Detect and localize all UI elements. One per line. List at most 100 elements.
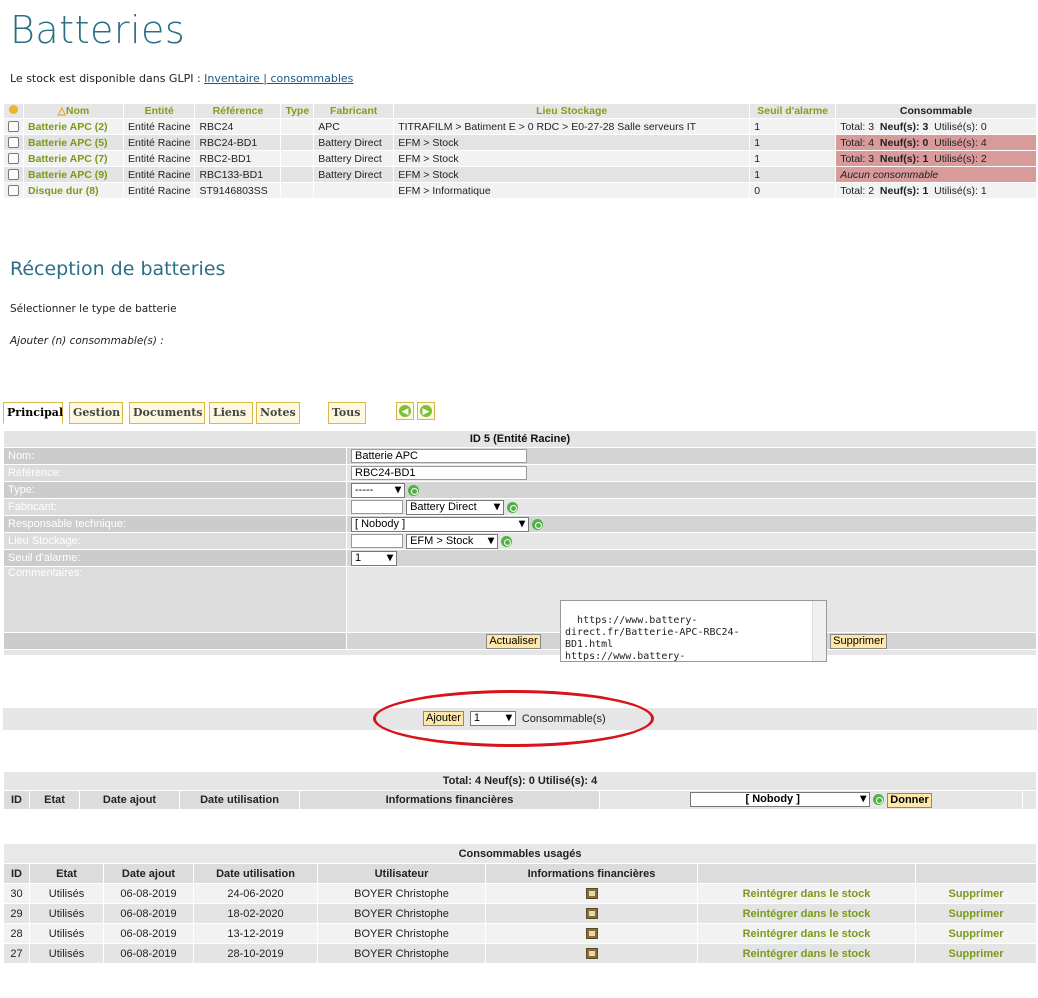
tab-principal[interactable]: Principal	[3, 402, 63, 424]
add-lieu-icon[interactable]	[501, 535, 513, 547]
nom-label: Nom:	[3, 447, 347, 465]
financial-info-add-icon[interactable]	[585, 908, 598, 920]
cell-fabricant: Battery Direct	[313, 134, 395, 151]
consumables-table: Total: 4 Neuf(s): 0 Utilisé(s): 4 ID Eta…	[3, 771, 1037, 810]
type-select[interactable]: -----	[351, 482, 405, 498]
cell-date-ajout: 06-08-2019	[103, 943, 194, 964]
cell-lieu: EFM > Stock	[393, 134, 751, 151]
select-type-text: Sélectionner le type de batterie	[10, 303, 177, 315]
form-header: ID 5 (Entité Racine)	[3, 430, 1037, 448]
tab-liens[interactable]: Liens	[209, 402, 253, 424]
prev-arrow-icon[interactable]: ◀	[396, 402, 414, 420]
cell-date-utilisation: 28-10-2019	[193, 943, 318, 964]
cell-date-ajout: 06-08-2019	[103, 923, 194, 944]
intro-text: Le stock est disponible dans GLPI : Inve…	[10, 72, 353, 85]
item-name-link[interactable]: Batterie APC (9)	[23, 166, 124, 183]
financial-info-icon[interactable]	[585, 948, 598, 960]
col-type[interactable]: Type	[280, 103, 315, 119]
cell-date-utilisation: 13-12-2019	[193, 923, 318, 944]
give-button[interactable]: Donner	[887, 792, 932, 808]
add-type-icon[interactable]	[408, 484, 419, 496]
delete-button[interactable]: Supprimer	[830, 633, 887, 649]
reference-label: Référence:	[3, 464, 347, 482]
row-checkbox[interactable]	[8, 121, 19, 133]
col-seuil[interactable]: Seuil d'alarme	[749, 103, 837, 119]
cell-utilisateur: BOYER Christophe	[317, 883, 486, 904]
delete-link[interactable]: Supprimer	[915, 943, 1037, 964]
cell-fabricant: APC	[313, 118, 395, 135]
col-etat: Etat	[29, 790, 80, 810]
cell-reference: ST9146803SS	[194, 182, 282, 199]
lieu-filter[interactable]	[351, 534, 403, 548]
col-reference[interactable]: Référence	[194, 103, 282, 119]
cell-consommable: Total: 2 Neuf(s): 1 Utilisé(s): 1	[835, 182, 1037, 199]
add-user-icon[interactable]	[873, 794, 885, 806]
add-fabricant-icon[interactable]	[507, 501, 519, 513]
used-consumables-table: Consommables usagés ID Etat Date ajout D…	[3, 843, 1037, 964]
col-date-utilisation: Date utilisation	[179, 790, 300, 810]
col-entite[interactable]: Entité	[122, 103, 196, 119]
col-nom[interactable]: △Nom	[23, 103, 124, 119]
tab-documents[interactable]: Documents	[129, 402, 205, 424]
reintegrate-link[interactable]: Reintégrer dans le stock	[697, 883, 916, 904]
lieu-select[interactable]: EFM > Stock	[406, 533, 499, 549]
cell-etat: Utilisés	[29, 883, 104, 904]
col-info-fin: Informations financières	[299, 790, 600, 810]
tab-tous[interactable]: Tous	[328, 402, 366, 424]
responsable-label: Responsable technique:	[3, 515, 347, 533]
reintegrate-link[interactable]: Reintégrer dans le stock	[697, 923, 916, 944]
sort-icon[interactable]	[3, 103, 24, 119]
reintegrate-link[interactable]: Reintégrer dans le stock	[697, 943, 916, 964]
cell-seuil: 1	[749, 118, 837, 135]
cell-fabricant	[313, 182, 395, 199]
nom-field[interactable]: Batterie APC	[351, 449, 527, 463]
fabricant-filter[interactable]	[351, 500, 403, 514]
seuil-select[interactable]: 1	[351, 550, 397, 566]
cell-consommable: Total: 4 Neuf(s): 0 Utilisé(s): 4	[835, 134, 1037, 151]
item-name-link[interactable]: Disque dur (8)	[23, 182, 124, 199]
row-checkbox[interactable]	[8, 185, 19, 197]
cell-seuil: 1	[749, 134, 837, 151]
col-fabricant[interactable]: Fabricant	[313, 103, 395, 119]
row-checkbox[interactable]	[8, 169, 19, 181]
row-checkbox[interactable]	[8, 137, 19, 149]
financial-info-icon[interactable]	[585, 888, 598, 900]
financial-info-add-icon[interactable]	[585, 928, 598, 940]
cell-utilisateur: BOYER Christophe	[317, 923, 486, 944]
cell-reference: RBC2-BD1	[194, 150, 282, 167]
cell-consommable: Total: 3 Neuf(s): 1 Utilisé(s): 2	[835, 150, 1037, 167]
commentaires-label: Commentaires:	[3, 566, 347, 633]
fabricant-select[interactable]: Battery Direct	[406, 499, 505, 515]
cell-utilisateur: BOYER Christophe	[317, 903, 486, 924]
col-lieu[interactable]: Lieu Stockage	[393, 103, 751, 119]
reference-field[interactable]: RBC24-BD1	[351, 466, 527, 480]
tab-notes[interactable]: Notes	[256, 402, 300, 424]
item-name-link[interactable]: Batterie APC (5)	[23, 134, 124, 151]
table-row: 27 Utilisés 06-08-2019 28-10-2019 BOYER …	[3, 943, 1037, 964]
next-arrow-icon[interactable]: ▶	[417, 402, 435, 420]
reintegrate-link[interactable]: Reintégrer dans le stock	[697, 903, 916, 924]
cell-seuil: 1	[749, 150, 837, 167]
cell-fabricant: Battery Direct	[313, 150, 395, 167]
cell-utilisateur: BOYER Christophe	[317, 943, 486, 964]
delete-link[interactable]: Supprimer	[915, 923, 1037, 944]
delete-link[interactable]: Supprimer	[915, 883, 1037, 904]
cell-id: 29	[3, 903, 30, 924]
commentaires-textarea[interactable]: https://www.battery- direct.fr/Batterie-…	[560, 600, 827, 662]
item-form: ID 5 (Entité Racine) Nom: Batterie APC R…	[3, 430, 1037, 656]
cell-reference: RBC24-BD1	[194, 134, 282, 151]
update-button[interactable]: Actualiser	[486, 633, 541, 649]
delete-link[interactable]: Supprimer	[915, 903, 1037, 924]
responsable-select[interactable]: [ Nobody ]	[351, 516, 529, 532]
textarea-scrollbar[interactable]	[812, 601, 826, 661]
highlight-ellipse	[373, 690, 654, 747]
cell-seuil: 1	[749, 166, 837, 183]
inventory-link[interactable]: Inventaire | consommables	[204, 72, 353, 85]
row-checkbox[interactable]	[8, 153, 19, 165]
item-name-link[interactable]: Batterie APC (2)	[23, 118, 124, 135]
tab-gestion[interactable]: Gestion	[69, 402, 123, 424]
col-id: ID	[3, 790, 30, 810]
item-name-link[interactable]: Batterie APC (7)	[23, 150, 124, 167]
add-responsable-icon[interactable]	[532, 518, 543, 530]
give-user-select[interactable]: [ Nobody ]	[690, 792, 871, 808]
